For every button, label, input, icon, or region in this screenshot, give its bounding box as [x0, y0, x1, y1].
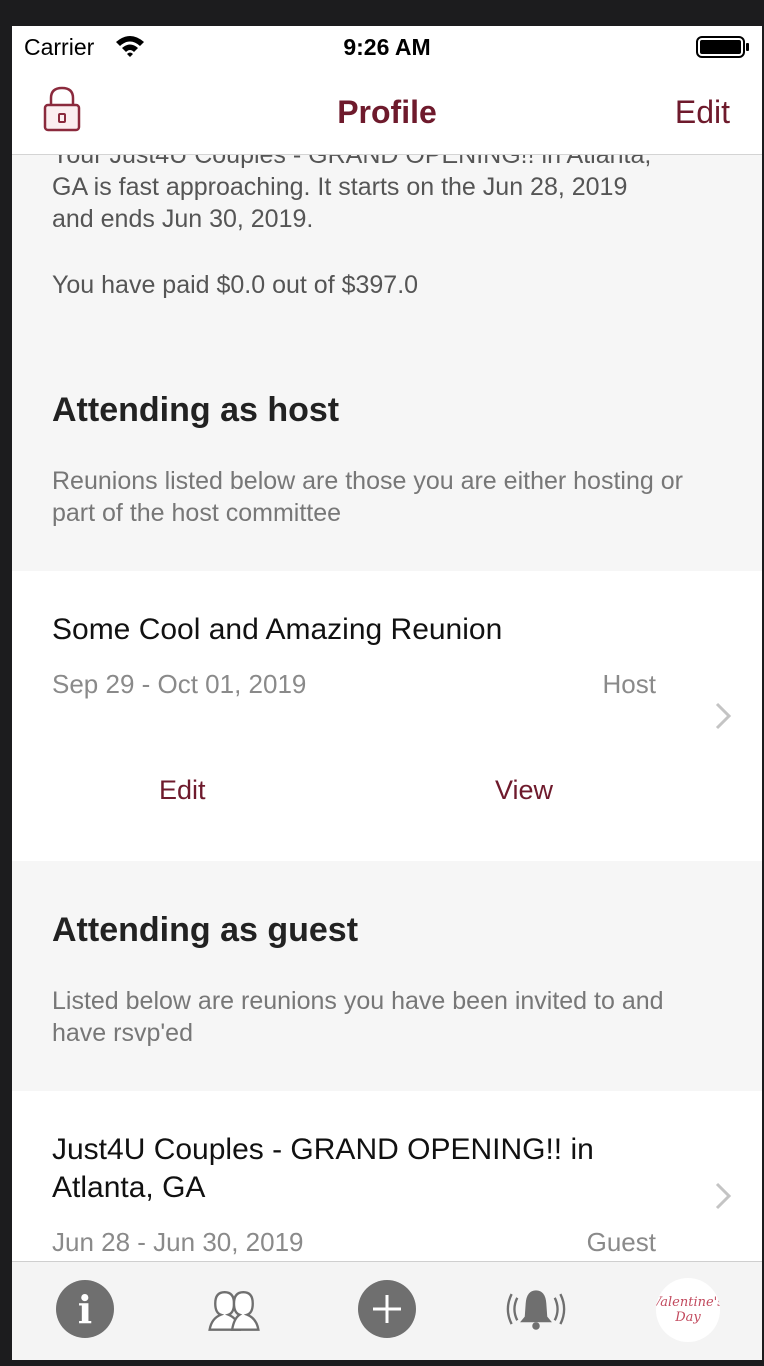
edit-profile-button[interactable]: Edit	[675, 94, 730, 131]
intro-line-1: GA is fast approaching. It starts on the…	[52, 173, 628, 201]
intro-line-2: and ends Jun 30, 2019.	[52, 205, 314, 233]
reunion-role: Host	[602, 669, 656, 699]
avatar-text: Valentine's Day	[656, 1295, 720, 1325]
reunion-dates: Sep 29 - Oct 01, 2019	[52, 669, 307, 699]
reunion-title: Just4U Couples - GRAND OPENING!! in Atla…	[52, 1133, 594, 1204]
reunion-role: Guest	[586, 1227, 656, 1257]
payment-summary: You have paid $0.0 out of $397.0	[52, 271, 419, 299]
info-icon[interactable]: i	[56, 1280, 114, 1338]
clock: 9:26 AM	[343, 34, 431, 60]
intro-cut-line: Your Just4U Couples - GRAND OPENING!! in…	[52, 155, 652, 169]
tab-bar: i Valentine's Day	[12, 1261, 762, 1360]
guest-section-heading: Attending as guest	[52, 911, 359, 949]
edit-reunion-button[interactable]: Edit	[159, 775, 206, 806]
chevron-right-icon[interactable]	[714, 701, 732, 736]
bell-icon[interactable]	[506, 1280, 566, 1340]
chevron-right-icon[interactable]	[714, 1181, 732, 1216]
navigation-bar: Profile Edit	[12, 66, 762, 155]
reunion-dates: Jun 28 - Jun 30, 2019	[52, 1227, 304, 1257]
battery-icon	[696, 36, 750, 63]
page-title: Profile	[337, 94, 437, 130]
guest-section-description: Listed below are reunions you have been …	[52, 987, 664, 1047]
people-icon[interactable]	[204, 1280, 264, 1340]
reunion-title: Some Cool and Amazing Reunion	[52, 613, 503, 646]
add-icon[interactable]	[358, 1280, 416, 1338]
host-section-description: Reunions listed below are those you are …	[52, 467, 683, 527]
status-bar: Carrier 9:26 AM	[12, 26, 762, 66]
screen: Carrier 9:26 AM Profile Edit Your Just4U…	[12, 26, 762, 1360]
avatar[interactable]: Valentine's Day	[656, 1278, 720, 1342]
host-section-heading: Attending as host	[52, 391, 340, 429]
host-reunion-card[interactable]: Some Cool and Amazing Reunion Sep 29 - O…	[12, 571, 762, 861]
guest-reunion-card[interactable]: Just4U Couples - GRAND OPENING!! in Atla…	[12, 1091, 762, 1261]
view-reunion-button[interactable]: View	[495, 775, 553, 806]
profile-scroll-content[interactable]: Your Just4U Couples - GRAND OPENING!! in…	[12, 155, 762, 1261]
